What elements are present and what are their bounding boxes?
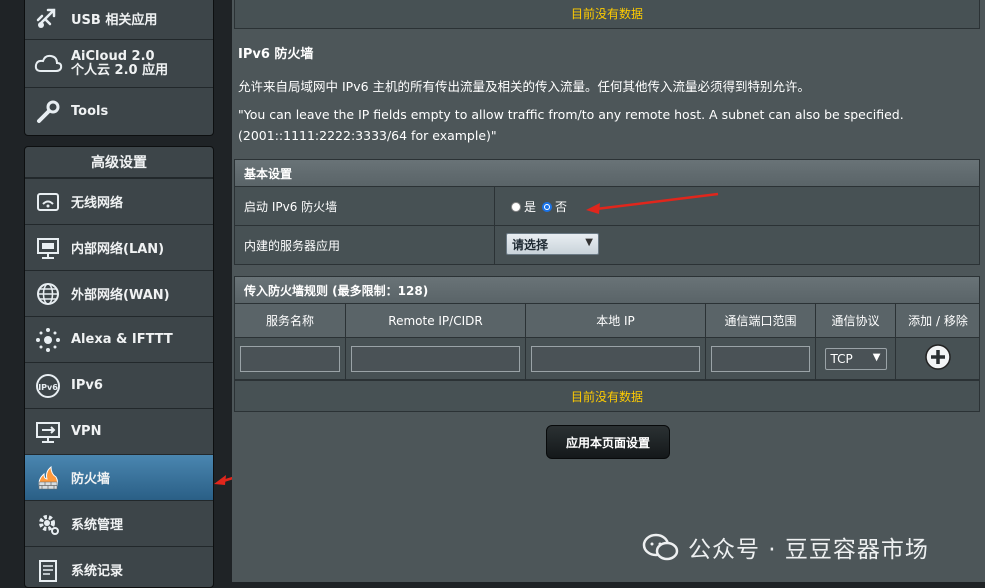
basic-settings-header: 基本设置	[234, 159, 980, 187]
sidebar-item-label: AiCloud 2.0	[71, 48, 155, 64]
apply-settings-button[interactable]: 应用本页面设置	[546, 425, 670, 459]
sidebar-item-label: 系统记录	[71, 564, 124, 579]
sidebar-item-wan[interactable]: 外部网络(WAN)	[25, 270, 213, 316]
usb-icon	[33, 3, 63, 33]
rules-table-header: 服务名称 Remote IP/CIDR 本地 IP 通信端口范围 通信协议 添加…	[234, 304, 980, 338]
sidebar-item-sublabel: 个人云 2.0 应用	[71, 62, 169, 78]
rules-input-row: TCP ▼	[234, 338, 980, 380]
builtin-server-row: 内建的服务器应用 请选择 ▼	[234, 226, 980, 265]
sidebar: USB 相关应用 AiCloud 2.0 个人云 2.0 应用 Tools 高级…	[0, 0, 285, 588]
sidebar-item-usb[interactable]: USB 相关应用	[25, 0, 213, 39]
sidebar-advanced-header: 高级设置	[25, 147, 213, 178]
globe-icon	[33, 279, 63, 309]
vpn-icon	[33, 417, 63, 447]
column-add-remove: 添加 / 移除	[908, 314, 968, 328]
sidebar-item-label: IPv6	[71, 378, 103, 393]
wrench-icon	[33, 97, 63, 127]
gear-icon	[33, 509, 63, 539]
chevron-down-icon: ▼	[585, 237, 593, 248]
sidebar-item-label: USB 相关应用	[71, 12, 158, 28]
radio-no[interactable]: 否	[542, 198, 567, 215]
sidebar-item-label: Tools	[71, 104, 109, 119]
firewall-icon	[33, 463, 63, 493]
column-local-ip: 本地 IP	[526, 304, 706, 337]
enable-firewall-label: 启动 IPv6 防火墙	[235, 187, 495, 225]
svg-text:IPv6: IPv6	[38, 383, 58, 392]
protocol-select[interactable]: TCP ▼	[824, 347, 887, 370]
incoming-rules-header: 传入防火墙规则 (最多限制：128)	[234, 276, 980, 304]
radio-yes-dot[interactable]	[511, 201, 521, 212]
sidebar-item-wireless[interactable]: 无线网络	[25, 178, 213, 224]
description-text: 允许来自局域网中 IPv6 主机的所有传出流量及相关的传入流量。任何其他传入流量…	[238, 79, 811, 94]
main-content: 目前没有数据 IPv6 防火墙 允许来自局域网中 IPv6 主机的所有传出流量及…	[232, 0, 985, 582]
wireless-icon	[33, 187, 63, 217]
chevron-down-icon: ▼	[872, 351, 881, 363]
radio-no-dot[interactable]	[542, 201, 553, 212]
column-service-name: 服务名称	[235, 304, 346, 337]
port-range-input[interactable]	[711, 345, 810, 372]
sidebar-item-label: VPN	[71, 424, 102, 439]
rules-nodata-message: 目前没有数据	[234, 380, 980, 412]
column-protocol: 通信协议	[816, 304, 896, 337]
sidebar-item-admin[interactable]: 系统管理	[25, 500, 213, 546]
plus-circle-icon	[925, 344, 951, 370]
column-port-range: 通信端口范围	[706, 304, 816, 337]
top-nodata-message: 目前没有数据	[234, 0, 980, 29]
sidebar-item-aicloud[interactable]: AiCloud 2.0 个人云 2.0 应用	[25, 39, 213, 87]
sidebar-item-tools[interactable]: Tools	[25, 87, 213, 135]
sidebar-item-ipv6[interactable]: IPv6 IPv6	[25, 362, 213, 408]
sidebar-item-label: Alexa & IFTTT	[71, 332, 173, 347]
lan-icon	[33, 233, 63, 263]
remote-ip-input[interactable]	[351, 345, 520, 372]
ipv6-icon: IPv6	[33, 371, 63, 401]
sidebar-top-group: USB 相关应用 AiCloud 2.0 个人云 2.0 应用 Tools	[24, 0, 214, 136]
radio-yes[interactable]: 是	[511, 198, 536, 215]
sidebar-item-label: 外部网络(WAN)	[71, 288, 170, 303]
local-ip-input[interactable]	[531, 345, 700, 372]
alexa-icon	[33, 325, 63, 355]
builtin-server-label: 内建的服务器应用	[235, 226, 495, 264]
builtin-server-select[interactable]: 请选择 ▼	[506, 233, 599, 255]
wechat-icon	[642, 533, 679, 561]
sidebar-item-label: 无线网络	[71, 196, 124, 211]
sidebar-item-alexa[interactable]: Alexa & IFTTT	[25, 316, 213, 362]
page-title: IPv6 防火墙	[238, 47, 314, 62]
sidebar-item-lan[interactable]: 内部网络(LAN)	[25, 224, 213, 270]
column-remote-ip: Remote IP/CIDR	[346, 304, 526, 337]
sidebar-item-label: 系统管理	[71, 518, 124, 533]
sidebar-item-label: 防火墙	[71, 472, 111, 487]
add-rule-button[interactable]	[924, 343, 952, 374]
sidebar-item-vpn[interactable]: VPN	[25, 408, 213, 454]
sidebar-advanced-group: 高级设置 无线网络 内部网络(LAN) 外部网络(WAN) Alexa & IF…	[24, 146, 214, 588]
service-name-input[interactable]	[240, 345, 340, 372]
log-icon	[33, 555, 63, 585]
sidebar-item-label: 内部网络(LAN)	[71, 242, 165, 257]
description-note-line1: "You can leave the IP fields empty to al…	[238, 107, 904, 122]
annotation-arrow-radio	[586, 192, 719, 214]
sidebar-item-firewall[interactable]: 防火墙	[25, 454, 213, 500]
description-note-line2: (2001::1111:2222:3333/64 for example)"	[238, 128, 497, 143]
cloud-icon	[33, 49, 63, 79]
watermark: 公众号 · 豆豆容器市场	[642, 530, 929, 564]
